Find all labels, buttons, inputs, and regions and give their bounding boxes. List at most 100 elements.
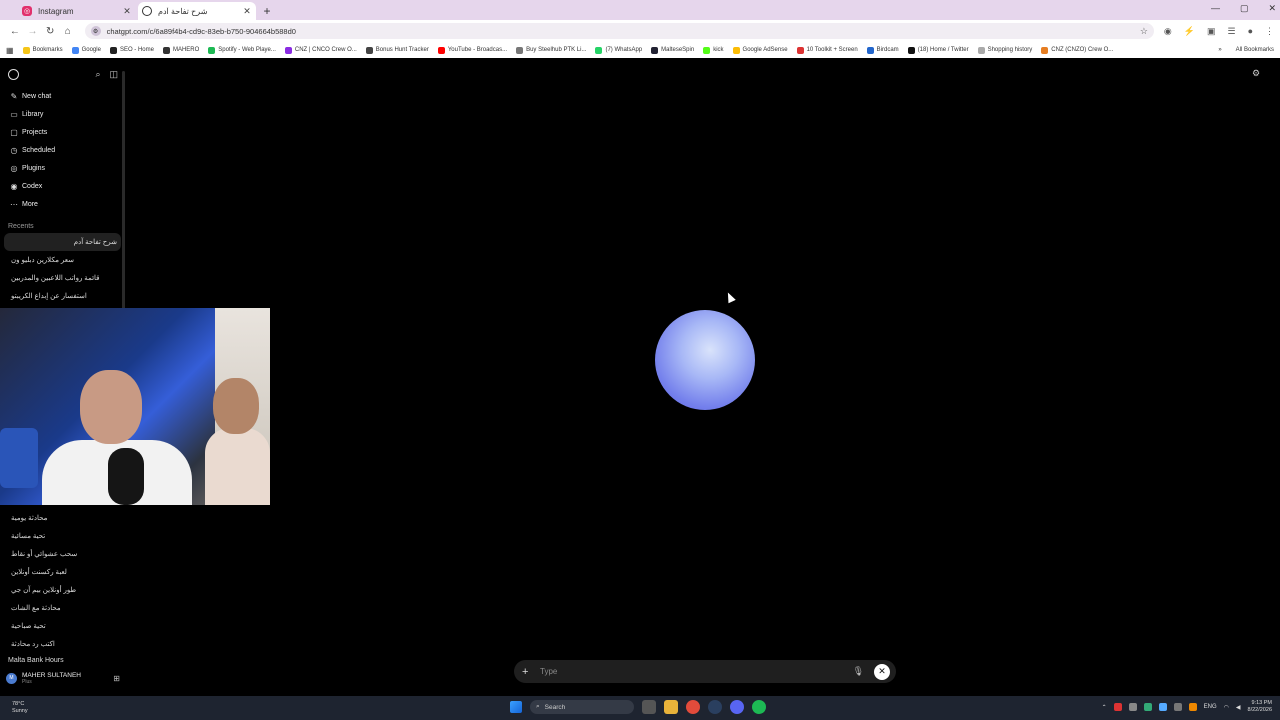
voice-composer: + 🎙 ✕ [514, 660, 896, 683]
all-bookmarks[interactable]: » All Bookmarks [1218, 47, 1274, 53]
volume-icon[interactable]: ◀ [1236, 704, 1241, 711]
tray-app-icon[interactable] [1143, 703, 1152, 711]
bookmark-star-icon[interactable]: ☆ [1140, 26, 1148, 37]
bookmark-item[interactable]: MAHERO [162, 46, 199, 54]
tray-app-icon[interactable] [1188, 703, 1197, 711]
menu-icon[interactable]: ⋮ [1265, 26, 1274, 37]
bookmark-item[interactable]: YouTube - Broadcas... [437, 46, 507, 54]
recent-chat-item[interactable]: اكتب رد محادثة [0, 635, 126, 653]
sidebar-item-codex[interactable]: ◉ Codex [0, 177, 126, 195]
weather-widget[interactable]: 78°C Sunny [12, 701, 28, 715]
bookmark-item[interactable]: Bookmarks [22, 46, 63, 54]
windows-start-icon[interactable] [510, 701, 522, 713]
bookmark-item[interactable]: CNZ | CNCO Crew O... [284, 46, 357, 54]
new-tab-button[interactable]: + [260, 4, 274, 18]
voice-settings-icon[interactable]: ⚙ [1252, 68, 1260, 79]
bookmark-item[interactable]: Google AdSense [732, 46, 788, 54]
collapse-sidebar-icon[interactable]: ◫ [109, 69, 118, 80]
steam-icon[interactable] [708, 700, 722, 714]
bookmark-favicon-icon [516, 46, 524, 54]
recent-chat-item[interactable]: شرح تفاحة آدم [4, 233, 121, 251]
sidebar-icon[interactable]: ☰ [1228, 26, 1236, 37]
end-voice-button[interactable]: ✕ [874, 663, 890, 680]
sidebar-item-label: New chat [22, 92, 52, 100]
tray-app-icon[interactable] [1128, 703, 1137, 711]
mic-muted-icon[interactable]: 🎙 [853, 666, 864, 677]
recent-chat-item[interactable]: لعبة ركسنت أونلاين [0, 563, 126, 581]
back-icon[interactable]: ← [6, 26, 24, 37]
bookmark-item[interactable]: CNZ (CNZO) Crew O... [1041, 46, 1113, 54]
apps-icon[interactable]: ▦ [6, 46, 14, 55]
tray-app-icon[interactable] [1113, 703, 1122, 711]
recent-chat-item[interactable]: طور أونلاين بيم آن جي [0, 581, 126, 599]
recent-chat-item[interactable]: استفسار عن إبداع الكريبتو [0, 287, 126, 305]
window-controls: — ▢ ✕ [1211, 3, 1276, 14]
recent-chat-item[interactable]: محادثة مع الشات [0, 599, 126, 617]
chrome-icon[interactable] [686, 700, 700, 714]
minimize-icon[interactable]: — [1211, 3, 1220, 14]
recent-chat-item[interactable]: قائمة رواتب اللاعبين والمدربين [0, 269, 126, 287]
clock[interactable]: 9:13 PM 8/22/2026 [1248, 700, 1272, 714]
audio-icon[interactable]: ◉ [1164, 26, 1172, 37]
recent-chat-item[interactable]: محادثة يومية [0, 509, 126, 527]
tray-app-icon[interactable] [1158, 703, 1167, 711]
bookmark-item[interactable]: SEO - Home [109, 46, 154, 54]
close-icon[interactable]: ✕ [122, 6, 132, 17]
bookmark-item[interactable]: Bonus Hunt Tracker [365, 46, 429, 54]
spotify-icon[interactable] [752, 700, 766, 714]
bookmark-label: Bookmarks [32, 47, 63, 53]
bookmark-item[interactable]: MalteseSpin [651, 46, 694, 54]
sidebar-item-projects[interactable]: ▢ Projects [0, 123, 126, 141]
recent-chat-item[interactable]: سحب عشوائي أو نقاط [0, 545, 126, 563]
search-icon[interactable]: ⌕ [95, 69, 100, 80]
close-window-icon[interactable]: ✕ [1268, 3, 1276, 14]
bookmark-item[interactable]: kick [703, 46, 724, 54]
bookmark-item[interactable]: (7) WhatsApp [595, 46, 642, 54]
taskbar-search[interactable]: ⌕ Search [530, 700, 634, 714]
sidebar-item-library[interactable]: ▭ Library [0, 105, 126, 123]
bookmark-item[interactable]: (18) Home / Twitter [907, 46, 969, 54]
bookmark-item[interactable]: Birdcam [866, 46, 899, 54]
close-icon[interactable]: ✕ [242, 6, 252, 17]
puzzle-icon[interactable]: ▣ [1207, 26, 1216, 37]
discord-icon[interactable] [730, 700, 744, 714]
sidebar-item-new-chat[interactable]: ✎ New chat [0, 87, 126, 105]
sidebar-item-plugins[interactable]: ◎ Plugins [0, 159, 126, 177]
recent-chat-item[interactable]: تحية مسائية [0, 527, 126, 545]
tab-instagram[interactable]: ◎ Instagram ✕ [18, 2, 136, 20]
lang-indicator[interactable]: ENG [1204, 704, 1217, 710]
invite-icon[interactable]: ⊞ [113, 674, 120, 683]
wifi-icon[interactable]: ◠ [1224, 704, 1229, 711]
task-view-icon[interactable] [642, 700, 656, 714]
tab-chatgpt[interactable]: شرح تفاحة آدم ✕ [138, 2, 256, 20]
recent-chat-item[interactable]: تحية صباحية [0, 617, 126, 635]
address-bar[interactable]: ⚙ chatgpt.com/c/6a89f4b4-cd9c-83eb-b750-… [84, 23, 1154, 39]
bookmark-label: Spotify - Web Playe... [218, 47, 276, 53]
bookmark-item[interactable]: Spotify - Web Playe... [208, 46, 276, 54]
bookmark-item[interactable]: Shopping history [977, 46, 1032, 54]
recent-chat-item[interactable]: سعر مكلارين دبليو ون [0, 251, 126, 269]
chevron-right-icon[interactable]: » [1218, 47, 1221, 53]
file-explorer-icon[interactable] [664, 700, 678, 714]
bookmark-item[interactable]: Google [71, 46, 101, 54]
browser-toolbar: ← → ↻ ⌂ ⚙ chatgpt.com/c/6a89f4b4-cd9c-83… [0, 20, 1280, 42]
extension-icon[interactable]: ⚡ [1184, 26, 1195, 37]
openai-logo-icon[interactable] [8, 68, 19, 80]
maximize-icon[interactable]: ▢ [1240, 3, 1249, 14]
bookmark-label: kick [713, 47, 724, 53]
plus-icon[interactable]: + [522, 666, 534, 678]
sidebar-scrollbar[interactable] [122, 71, 125, 311]
tray-app-icon[interactable] [1173, 703, 1182, 711]
profile-icon[interactable]: ● [1248, 26, 1253, 37]
sidebar-item-scheduled[interactable]: ◷ Scheduled [0, 141, 126, 159]
site-info-icon[interactable]: ⚙ [90, 26, 101, 36]
user-profile[interactable]: M MAHER SULTANEH Plus ⊞ [0, 665, 126, 691]
chevron-up-icon[interactable]: ⌃ [1102, 704, 1107, 711]
reload-icon[interactable]: ↻ [41, 26, 59, 37]
message-input[interactable] [540, 667, 853, 676]
sidebar-item-more[interactable]: ⋯ More [0, 195, 126, 213]
forward-icon[interactable]: → [24, 26, 42, 37]
bookmark-item[interactable]: Buy Steelhub PTK Li... [516, 46, 586, 54]
home-icon[interactable]: ⌂ [59, 26, 77, 37]
bookmark-item[interactable]: 10 Toolkit + Screen [796, 46, 858, 54]
